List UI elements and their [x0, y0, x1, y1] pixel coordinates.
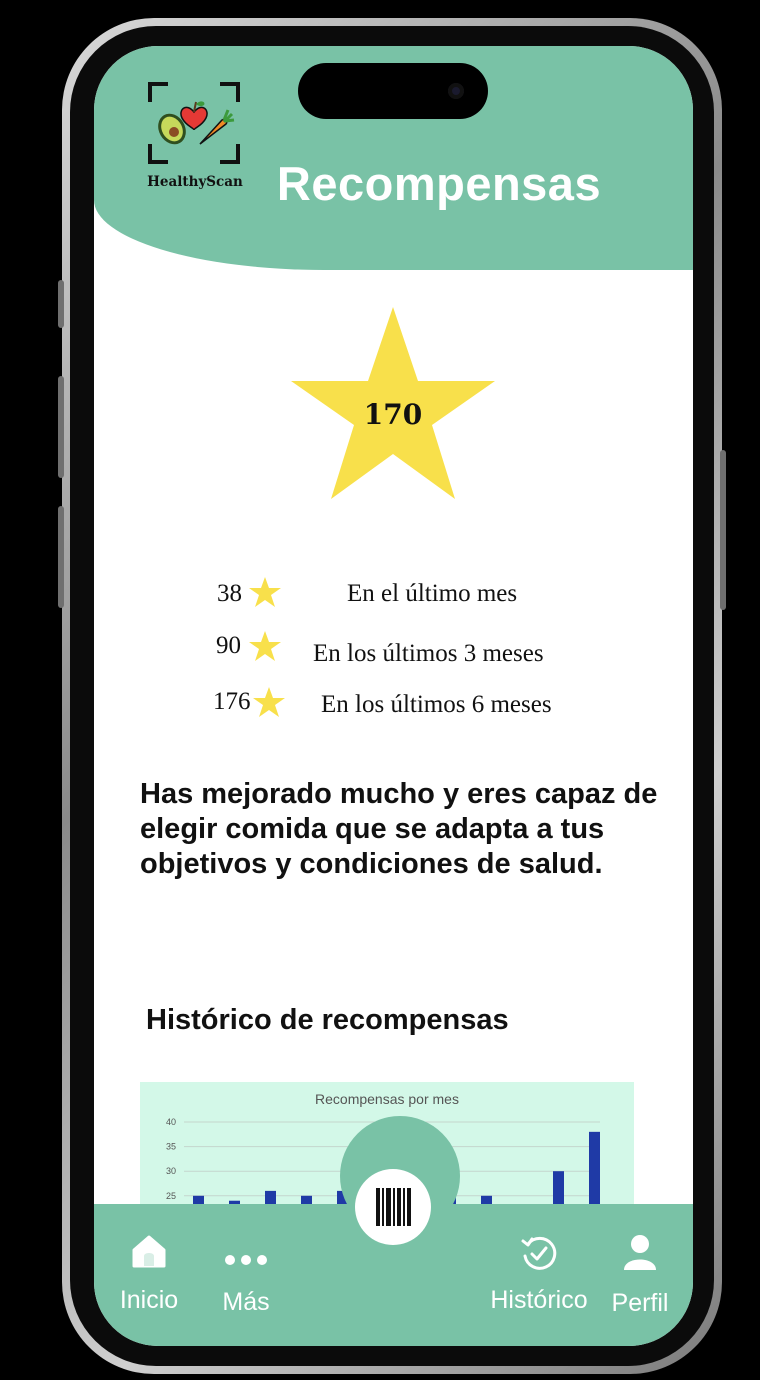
history-section-title: Histórico de recompensas	[146, 1004, 509, 1036]
y-tick-label: 30	[166, 1166, 176, 1176]
history-clock-icon	[521, 1236, 557, 1270]
screen: HealthyScan Recompensas 170 38 En el últ…	[94, 46, 693, 1346]
star-icon	[249, 577, 281, 607]
stat-label: En el último mes	[347, 580, 518, 607]
more-dots-icon	[225, 1255, 267, 1265]
nav-label-inicio: Inicio	[119, 1286, 179, 1314]
logo-text: HealthyScan	[147, 174, 243, 190]
profile-icon	[624, 1235, 656, 1270]
volume-down-button	[58, 506, 64, 608]
stat-value: 38	[217, 580, 242, 607]
action-button	[58, 280, 64, 328]
y-tick-label: 25	[166, 1191, 176, 1201]
stat-label: En los últimos 3 meses	[313, 640, 544, 667]
y-tick-label: 35	[166, 1142, 176, 1152]
nav-label-perfil: Perfil	[611, 1289, 669, 1317]
star-icon	[249, 631, 281, 661]
barcode-icon	[376, 1188, 411, 1226]
progress-message: Has mejorado mucho y eres capaz de elegi…	[140, 778, 658, 880]
stat-label: En los últimos 6 meses	[321, 691, 552, 718]
stat-value: 90	[216, 632, 241, 659]
stat-row-last-month: 38 En el último mes	[94, 576, 693, 612]
star-icon	[253, 687, 285, 717]
nav-item-inicio[interactable]: Inicio	[112, 1234, 186, 1314]
nav-item-mas[interactable]: Más	[214, 1246, 278, 1316]
healthyscan-logo	[148, 82, 240, 164]
page-title: Recompensas	[276, 157, 602, 210]
dynamic-island	[298, 63, 488, 119]
nav-item-historico[interactable]: Histórico	[484, 1234, 594, 1314]
volume-up-button	[58, 376, 64, 478]
home-icon	[132, 1235, 166, 1268]
stat-row-last-6-months: 176 En los últimos 6 meses	[94, 684, 693, 720]
camera-icon	[448, 83, 464, 99]
scan-barcode-button[interactable]	[355, 1169, 431, 1245]
nav-label-historico: Histórico	[490, 1286, 588, 1314]
total-rewards-value: 170	[363, 398, 423, 431]
nav-item-perfil[interactable]: Perfil	[604, 1234, 676, 1318]
stat-value: 176	[213, 688, 251, 715]
power-button	[720, 450, 726, 610]
nav-label-mas: Más	[222, 1288, 270, 1316]
y-tick-label: 40	[166, 1117, 176, 1127]
stat-row-last-3-months: 90 En los últimos 3 meses	[94, 630, 693, 667]
apple-icon	[180, 101, 208, 131]
